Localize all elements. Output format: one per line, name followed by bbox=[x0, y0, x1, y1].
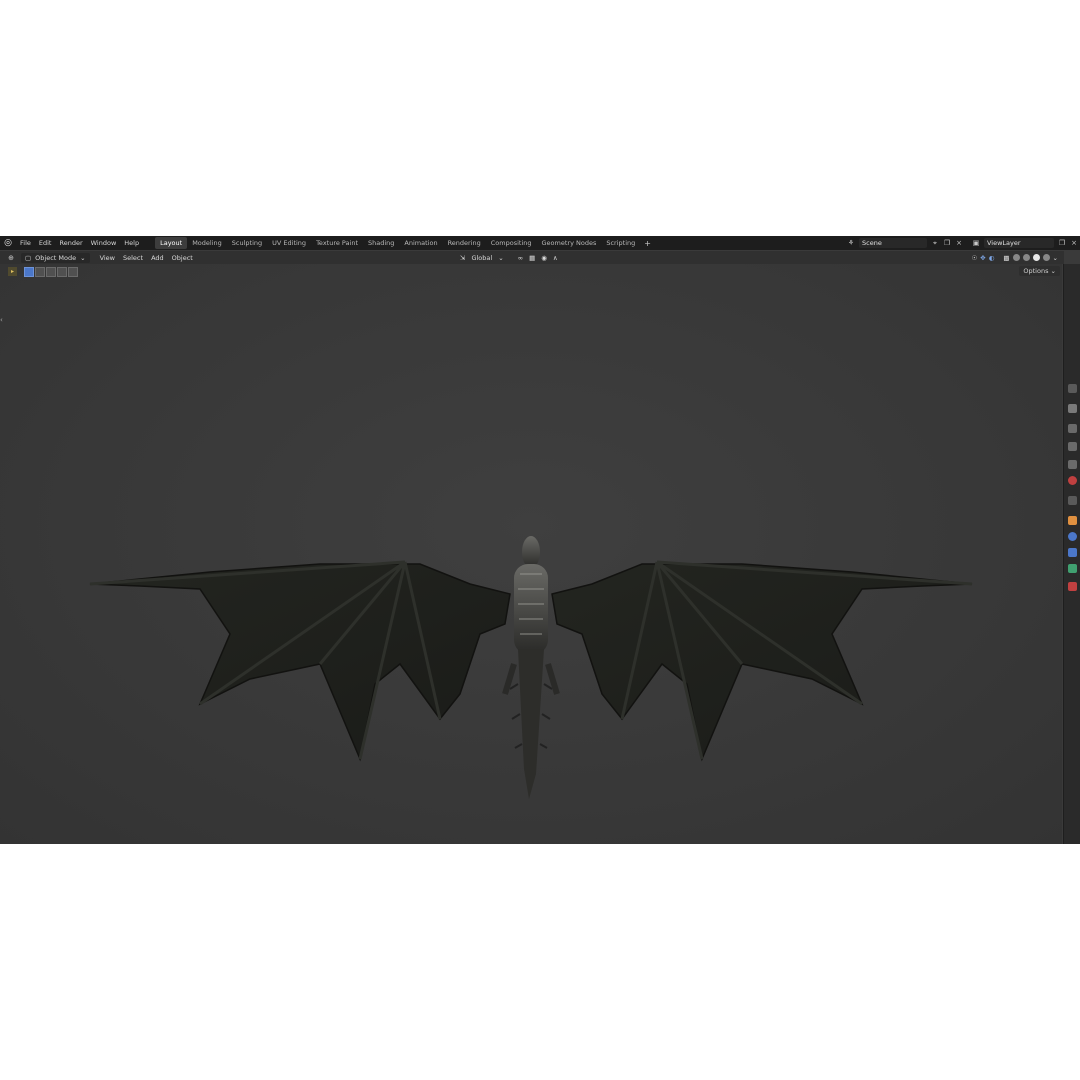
dragon-torso bbox=[514, 564, 548, 654]
menu-render[interactable]: Render bbox=[55, 239, 86, 247]
orientation-label[interactable]: Global bbox=[471, 254, 492, 262]
scene-icon[interactable]: ⚘ bbox=[846, 238, 856, 248]
material-icon[interactable] bbox=[1068, 582, 1077, 591]
menu-edit[interactable]: Edit bbox=[35, 239, 56, 247]
collection-icon[interactable] bbox=[1068, 496, 1077, 505]
tab-layout[interactable]: Layout bbox=[155, 237, 188, 249]
menu-add[interactable]: Add bbox=[147, 254, 168, 262]
close-view-layer-icon[interactable]: × bbox=[1069, 238, 1079, 248]
scene-field[interactable]: Scene bbox=[859, 238, 927, 248]
world-icon[interactable] bbox=[1068, 476, 1077, 485]
visibility-icon[interactable]: ☉ bbox=[971, 254, 977, 262]
view-layer-name: ViewLayer bbox=[987, 239, 1021, 247]
left-wing bbox=[89, 563, 511, 762]
chevron-down-icon[interactable]: ⌄ bbox=[1053, 254, 1058, 262]
blender-window: ◎ File Edit Render Window Help Layout Mo… bbox=[0, 236, 1080, 844]
tab-uv-editing[interactable]: UV Editing bbox=[267, 237, 311, 249]
menu-select[interactable]: Select bbox=[119, 254, 147, 262]
blender-logo-icon[interactable]: ◎ bbox=[0, 238, 16, 248]
solid-shading-icon[interactable] bbox=[1022, 254, 1030, 261]
close-icon[interactable]: × bbox=[954, 238, 964, 248]
new-scene-icon[interactable]: ❐ bbox=[942, 238, 952, 248]
mode-label: Object Mode bbox=[35, 253, 77, 262]
scene-icon[interactable] bbox=[1068, 460, 1077, 469]
dragon-tail bbox=[518, 649, 544, 799]
menu-object[interactable]: Object bbox=[168, 254, 197, 262]
tab-scripting[interactable]: Scripting bbox=[601, 237, 640, 249]
viewport-shading: ☉ ✥ ◐ ▩ ⌄ bbox=[971, 251, 1058, 264]
data-icon[interactable] bbox=[1068, 564, 1077, 573]
view-layer-icon[interactable]: ▣ bbox=[971, 238, 981, 248]
right-wing bbox=[551, 563, 973, 762]
rendered-shading-icon[interactable] bbox=[1042, 254, 1050, 261]
menu-file[interactable]: File bbox=[16, 239, 35, 247]
top-bar: ◎ File Edit Render Window Help Layout Mo… bbox=[0, 236, 1080, 250]
render-properties-icon[interactable] bbox=[1068, 404, 1077, 413]
material-shading-icon[interactable] bbox=[1032, 254, 1040, 261]
transform-controls: ⇲ Global ⌄ ∞ ▦ ◉ ∧ bbox=[460, 251, 558, 264]
scene-name: Scene bbox=[862, 239, 882, 247]
new-view-layer-icon[interactable]: ❐ bbox=[1057, 238, 1067, 248]
proportional-edit-icon[interactable]: ◉ bbox=[541, 254, 547, 262]
chevron-down-icon: ⌄ bbox=[498, 253, 504, 262]
add-workspace-button[interactable]: + bbox=[640, 239, 655, 248]
pin-icon[interactable]: ⌖ bbox=[930, 238, 940, 248]
modifier-icon[interactable] bbox=[1068, 532, 1077, 541]
properties-tool-icon[interactable] bbox=[1068, 384, 1077, 393]
viewport-header: ⊕ ▢ Object Mode ⌄ View Select Add Object… bbox=[0, 251, 1064, 264]
tab-modeling[interactable]: Modeling bbox=[187, 237, 227, 249]
falloff-icon[interactable]: ∧ bbox=[553, 254, 558, 262]
3d-viewport[interactable]: ▸ Options ⌄ ‹ bbox=[0, 264, 1062, 844]
tab-texture-paint[interactable]: Texture Paint bbox=[311, 237, 363, 249]
view-layer-field[interactable]: ViewLayer bbox=[984, 238, 1054, 248]
output-properties-icon[interactable] bbox=[1068, 424, 1077, 433]
dragon-model[interactable] bbox=[0, 264, 1062, 844]
object-mode-icon: ▢ bbox=[25, 253, 32, 262]
wireframe-shading-icon[interactable] bbox=[1012, 254, 1020, 261]
physics-icon[interactable] bbox=[1068, 548, 1077, 557]
scene-controls: ⚘ Scene ⌖ ❐ × ▣ ViewLayer ❐ × bbox=[845, 236, 1080, 250]
transform-orientation-icon[interactable]: ⇲ bbox=[460, 254, 465, 262]
dragon-head bbox=[522, 536, 540, 568]
menu-view[interactable]: View bbox=[96, 254, 119, 262]
menu-help[interactable]: Help bbox=[120, 239, 143, 247]
menu-window[interactable]: Window bbox=[87, 239, 121, 247]
tab-sculpting[interactable]: Sculpting bbox=[227, 237, 267, 249]
snap-icon[interactable]: ∞ bbox=[518, 254, 523, 262]
tab-rendering[interactable]: Rendering bbox=[443, 237, 486, 249]
gizmo-icon[interactable]: ✥ bbox=[980, 254, 985, 262]
overlay-icon[interactable]: ◐ bbox=[989, 254, 995, 262]
tab-animation[interactable]: Animation bbox=[399, 237, 442, 249]
tab-shading[interactable]: Shading bbox=[363, 237, 399, 249]
editor-type-icon[interactable]: ⊕ bbox=[6, 253, 16, 263]
properties-tab-strip bbox=[1063, 264, 1080, 844]
xray-icon[interactable]: ▩ bbox=[1003, 254, 1009, 262]
tab-compositing[interactable]: Compositing bbox=[486, 237, 537, 249]
mode-selector[interactable]: ▢ Object Mode ⌄ bbox=[21, 252, 90, 263]
snap-target-icon[interactable]: ▦ bbox=[529, 254, 535, 262]
chevron-down-icon: ⌄ bbox=[80, 253, 86, 262]
tab-geometry-nodes[interactable]: Geometry Nodes bbox=[537, 237, 602, 249]
view-layer-icon[interactable] bbox=[1068, 442, 1077, 451]
object-icon[interactable] bbox=[1068, 516, 1077, 525]
